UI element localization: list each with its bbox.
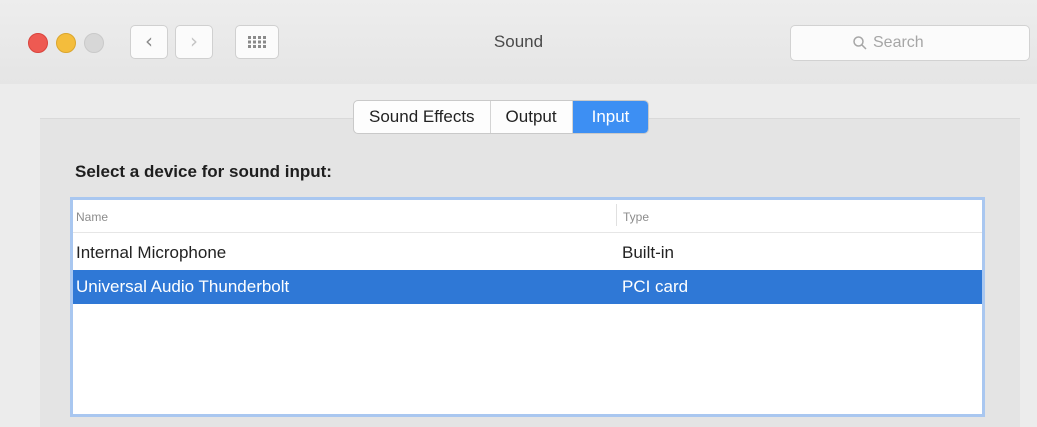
- search-placeholder: Search: [873, 34, 924, 51]
- tab-sound-effects[interactable]: Sound Effects: [354, 101, 491, 133]
- search-icon: [853, 36, 867, 50]
- tab-output[interactable]: Output: [491, 101, 573, 133]
- tab-bar: Sound Effects Output Input: [353, 100, 650, 134]
- input-device-prompt: Select a device for sound input:: [75, 162, 332, 181]
- device-name: Universal Audio Thunderbolt: [76, 277, 290, 296]
- table-header: Name Type: [73, 200, 982, 233]
- sound-preferences-window: ‹ › Sound Search Sound Effects Output In…: [0, 0, 1037, 427]
- table-row[interactable]: Internal Microphone Built-in: [73, 236, 982, 270]
- column-header-type[interactable]: Type: [623, 210, 649, 224]
- column-divider: [616, 204, 617, 226]
- title-bar: ‹ › Sound Search: [0, 0, 1037, 84]
- device-name: Internal Microphone: [76, 243, 227, 262]
- tab-input[interactable]: Input: [572, 101, 649, 133]
- input-device-table[interactable]: Name Type Internal Microphone Built-in U…: [70, 197, 985, 417]
- column-header-name[interactable]: Name: [76, 210, 108, 224]
- device-type: Built-in: [622, 243, 674, 262]
- search-field[interactable]: Search: [790, 25, 1030, 61]
- table-row-selected[interactable]: Universal Audio Thunderbolt PCI card: [73, 270, 982, 304]
- device-type: PCI card: [622, 277, 689, 296]
